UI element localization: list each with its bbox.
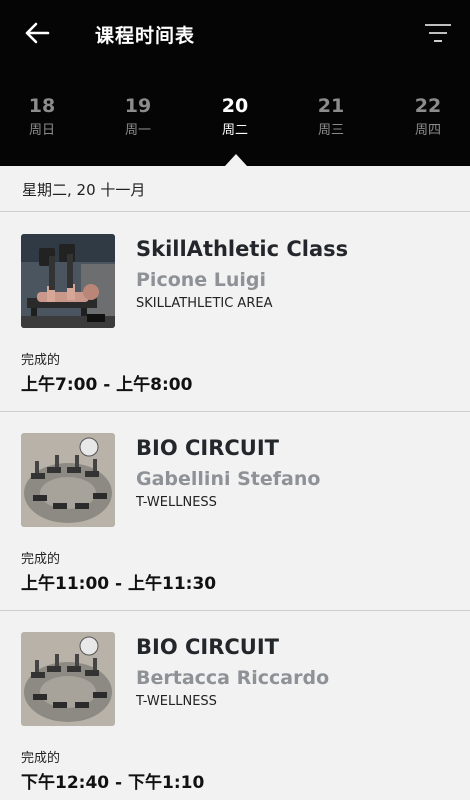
class-item[interactable]: BIO CIRCUIT Gabellini Stefano T-WELLNESS… [0, 412, 470, 611]
day-number: 22 [414, 95, 442, 117]
day-number: 18 [28, 95, 56, 117]
day-tab-19[interactable]: 19 周一 [98, 92, 178, 142]
day-number: 19 [124, 95, 152, 117]
day-tab-20[interactable]: 20 周二 [195, 92, 275, 142]
page-title: 课程时间表 [95, 25, 196, 47]
day-number: 21 [317, 95, 345, 117]
class-name: SkillAthletic Class [136, 237, 349, 261]
day-tab-18[interactable]: 18 周日 [2, 92, 82, 142]
app-header: 课程时间表 18 周日 19 周一 20 周二 21 周三 22 周四 [0, 0, 470, 166]
class-time: 上午7:00 - 上午8:00 [21, 375, 193, 395]
class-name: BIO CIRCUIT [136, 635, 279, 659]
class-time: 下午12:40 - 下午1:10 [21, 773, 205, 793]
class-status: 完成的 [21, 552, 61, 567]
day-tab-22[interactable]: 22 周四 [388, 92, 468, 142]
class-thumbnail [21, 234, 115, 328]
class-list: SkillAthletic Class Picone Luigi SKILLAT… [0, 213, 470, 800]
class-status: 完成的 [21, 751, 61, 766]
trainer-name: Gabellini Stefano [136, 468, 321, 490]
date-heading: 星期二, 20 十一月 [22, 181, 146, 199]
day-weekday: 周二 [221, 123, 248, 138]
filter-button[interactable] [420, 16, 456, 50]
class-thumbnail [21, 433, 115, 527]
class-item[interactable]: BIO CIRCUIT Bertacca Riccardo T-WELLNESS… [0, 611, 470, 800]
day-weekday: 周三 [317, 123, 344, 138]
day-selector: 18 周日 19 周一 20 周二 21 周三 22 周四 [0, 92, 470, 152]
class-time: 上午11:00 - 上午11:30 [21, 574, 217, 594]
class-area: T-WELLNESS [136, 495, 217, 510]
trainer-name: Bertacca Riccardo [136, 667, 330, 689]
day-tab-21[interactable]: 21 周三 [291, 92, 371, 142]
day-weekday: 周日 [28, 123, 55, 138]
class-thumbnail [21, 632, 115, 726]
arrow-left-icon [25, 22, 50, 44]
class-area: SKILLATHLETIC AREA [136, 296, 273, 311]
class-status: 完成的 [21, 353, 61, 368]
class-item[interactable]: SkillAthletic Class Picone Luigi SKILLAT… [0, 213, 470, 412]
day-number: 20 [221, 95, 249, 117]
trainer-name: Picone Luigi [136, 269, 267, 291]
class-name: BIO CIRCUIT [136, 436, 279, 460]
day-weekday: 周四 [414, 123, 441, 138]
selected-day-caret [225, 154, 247, 166]
top-bar: 课程时间表 [0, 0, 470, 66]
date-heading-bar: 星期二, 20 十一月 [0, 166, 470, 212]
day-weekday: 周一 [124, 123, 151, 138]
filter-lines-icon [425, 24, 451, 42]
back-button[interactable] [20, 16, 54, 50]
class-area: T-WELLNESS [136, 694, 217, 709]
